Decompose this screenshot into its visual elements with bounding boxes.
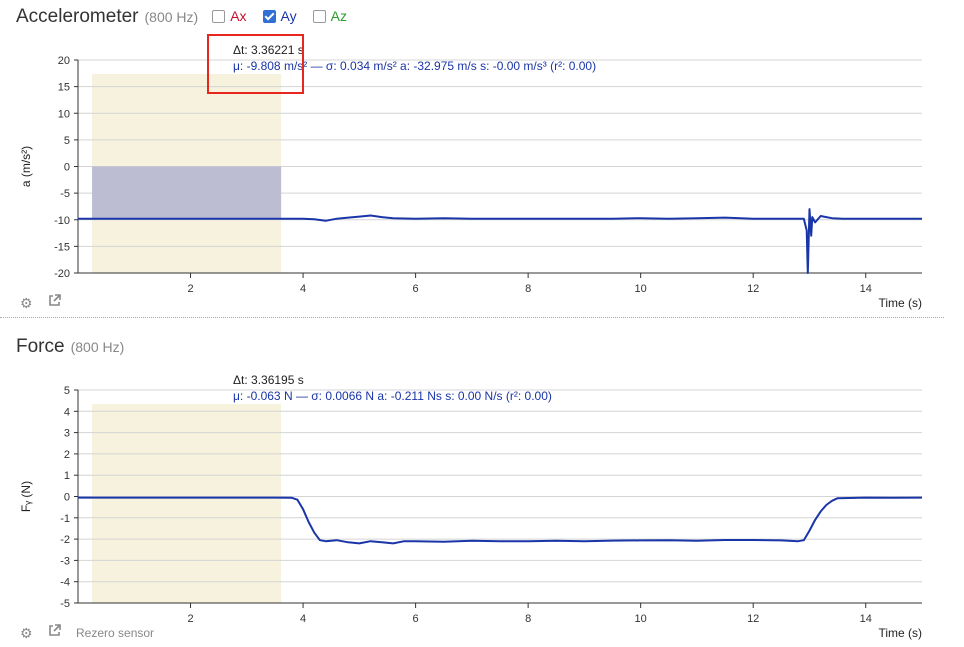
accel-x-axis-label: Time (s) bbox=[878, 296, 922, 310]
accel-y-tick-label: 10 bbox=[58, 108, 70, 120]
accel-y-tick-label: 0 bbox=[64, 162, 70, 174]
accel-y-tick-label: -15 bbox=[54, 241, 70, 253]
force-y-tick-label: 3 bbox=[64, 428, 70, 440]
force-x-tick-label: 2 bbox=[187, 613, 193, 625]
force-y-tick-label: 4 bbox=[64, 406, 70, 418]
accel-y-tick-label: -5 bbox=[60, 188, 70, 200]
force-selection-region bbox=[92, 404, 282, 603]
accelerometer-popout-external-link-icon[interactable] bbox=[48, 294, 61, 309]
accel-x-tick-label: 2 bbox=[187, 283, 193, 295]
accel-y-tick-label: 20 bbox=[58, 55, 70, 67]
force-popout-external-link-icon[interactable] bbox=[48, 624, 61, 639]
force-settings-gear-icon[interactable]: ⚙ bbox=[20, 626, 33, 640]
force-title: Force bbox=[16, 336, 65, 357]
force-x-tick-label: 14 bbox=[860, 613, 872, 625]
accel-y-tick-label: -10 bbox=[54, 215, 70, 227]
force-rate: (800 Hz) bbox=[70, 339, 125, 355]
force-x-tick-label: 10 bbox=[635, 613, 647, 625]
accel-y-tick-label: -20 bbox=[54, 268, 70, 280]
accel-x-tick-label: 6 bbox=[413, 283, 419, 295]
accel-x-tick-label: 8 bbox=[525, 283, 531, 295]
force-readout-dt: Δt: 3.36195 s bbox=[233, 373, 304, 387]
force-x-tick-label: 8 bbox=[525, 613, 531, 625]
force-y-tick-label: 1 bbox=[64, 470, 70, 482]
rezero-sensor-button[interactable]: Rezero sensor bbox=[76, 626, 154, 640]
force-y-tick-label: 5 bbox=[64, 385, 70, 397]
force-x-tick-label: 4 bbox=[300, 613, 306, 625]
accel-x-tick-label: 14 bbox=[860, 283, 872, 295]
force-y-tick-label: -5 bbox=[60, 598, 70, 610]
force-x-tick-label: 6 bbox=[413, 613, 419, 625]
force-y-tick-label: -4 bbox=[60, 577, 70, 589]
force-x-tick-label: 12 bbox=[747, 613, 759, 625]
accel-readout-dt: Δt: 3.36221 s bbox=[233, 43, 304, 57]
force-y-tick-label: -1 bbox=[60, 513, 70, 525]
accel-selection-area bbox=[92, 166, 282, 219]
force-y-tick-label: -2 bbox=[60, 534, 70, 546]
force-y-tick-label: 0 bbox=[64, 492, 70, 504]
force-y-tick-label: 2 bbox=[64, 449, 70, 461]
force-readout-stats: μ: -0.063 N — σ: 0.0066 N a: -0.211 Ns s… bbox=[233, 389, 552, 403]
accel-y-tick-label: 15 bbox=[58, 82, 70, 94]
force-chart[interactable]: 543210-1-2-3-4-52 4 6 8 10 12 14Time (s)Fᵧ (N)… bbox=[0, 357, 964, 647]
force-y-tick-label: -3 bbox=[60, 555, 70, 567]
panel-divider bbox=[0, 317, 944, 318]
accel-x-tick-label: 4 bbox=[300, 283, 306, 295]
accel-readout-stats: μ: -9.808 m/s² — σ: 0.034 m/s² a: -32.97… bbox=[233, 59, 596, 73]
accel-y-axis-label: a (m/s²) bbox=[19, 146, 33, 187]
accelerometer-settings-gear-icon[interactable]: ⚙ bbox=[20, 296, 33, 310]
accel-x-tick-label: 10 bbox=[635, 283, 647, 295]
force-y-axis-label: Fᵧ (N) bbox=[19, 481, 33, 512]
accel-x-tick-label: 12 bbox=[747, 283, 759, 295]
accel-y-tick-label: 5 bbox=[64, 135, 70, 147]
force-x-axis-label: Time (s) bbox=[878, 626, 922, 640]
accelerometer-chart[interactable]: 20 15 10 5 0 -5 -10 -15 -20 2 4 6 8 10 12 14 Time (s) a (… bbox=[0, 0, 964, 312]
